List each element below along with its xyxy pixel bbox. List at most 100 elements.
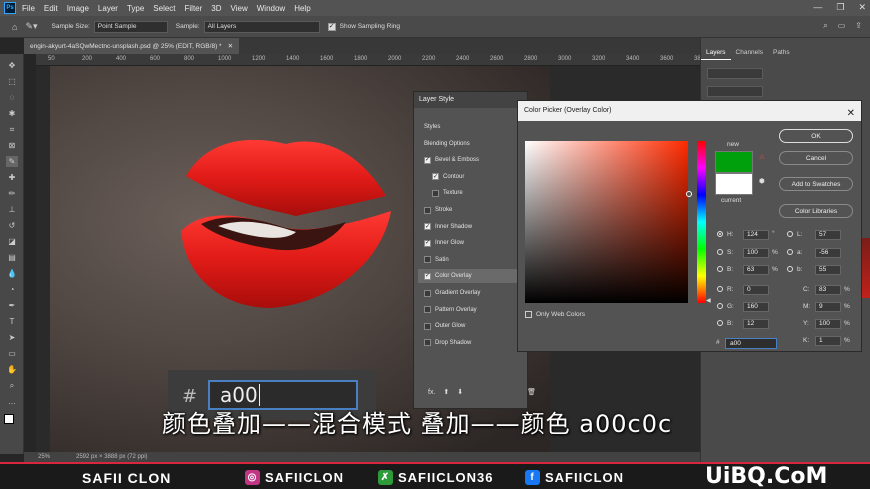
fx-button[interactable]: fx.	[428, 389, 435, 396]
web-safe-cube-icon[interactable]: ⬢	[759, 177, 765, 185]
radio-a[interactable]	[787, 249, 793, 255]
path-select-icon[interactable]: ➤	[6, 332, 18, 343]
color-marker[interactable]	[686, 191, 692, 197]
blur-tool-icon[interactable]: 💧	[6, 268, 18, 279]
layer-style-checkbox[interactable]: ✓	[424, 239, 431, 247]
k-field[interactable]: 1	[815, 336, 841, 346]
eyedropper-tool-icon[interactable]: ✎▾	[25, 21, 37, 32]
out-of-gamut-warning-icon[interactable]: ⚠	[759, 153, 765, 161]
layer-style-item[interactable]: Stroke	[418, 203, 523, 217]
zoom-tool-icon[interactable]: ⌕	[6, 380, 18, 391]
layer-style-item[interactable]: Styles	[418, 120, 523, 134]
workspace-icon[interactable]: ▭	[838, 21, 846, 31]
quick-select-tool-icon[interactable]: ✱	[6, 108, 18, 119]
layer-style-item[interactable]: ✓ Inner Glow	[418, 236, 523, 250]
hue-slider-arrow-icon[interactable]: ◀	[706, 297, 711, 304]
layer-style-checkbox[interactable]: ✓	[432, 173, 439, 181]
home-icon[interactable]: ⌂	[12, 22, 17, 32]
close-icon[interactable]: ✕	[847, 104, 855, 124]
radio-b[interactable]	[717, 266, 723, 272]
close-icon[interactable]: ✕	[858, 2, 866, 13]
layer-style-checkbox[interactable]	[424, 339, 431, 347]
layer-style-checkbox[interactable]	[424, 256, 431, 264]
only-web-colors-checkbox[interactable]	[525, 311, 532, 318]
eraser-tool-icon[interactable]: ◪	[6, 236, 18, 247]
layer-style-item[interactable]: ✓ Bevel & Emboss	[418, 153, 523, 167]
tab-channels[interactable]: Channels	[731, 46, 768, 60]
menu-layer[interactable]: Layer	[98, 4, 118, 13]
l-field[interactable]: 57	[815, 230, 841, 240]
layer-style-item[interactable]: Outer Glow	[418, 319, 523, 333]
layer-style-checkbox[interactable]	[424, 322, 431, 330]
radio-s[interactable]	[717, 249, 723, 255]
rectangle-tool-icon[interactable]: ▭	[6, 348, 18, 359]
close-tab-icon[interactable]: ✕	[228, 42, 233, 50]
status-zoom[interactable]: 25%	[38, 454, 50, 460]
h-field[interactable]: 124	[743, 230, 769, 240]
document-tab[interactable]: engin-akyurt-4aSQwMectnc-unsplash.psd @ …	[24, 38, 240, 54]
frame-tool-icon[interactable]: ⊠	[6, 140, 18, 151]
clone-stamp-icon[interactable]: ⊥	[6, 204, 18, 215]
menu-view[interactable]: View	[231, 4, 248, 13]
move-tool-icon[interactable]: ✥	[6, 60, 18, 71]
a-field[interactable]: -56	[815, 248, 841, 258]
b-field[interactable]: 63	[743, 265, 769, 275]
y-field[interactable]: 100	[815, 319, 841, 329]
s-field[interactable]: 100	[743, 248, 769, 258]
menu-image[interactable]: Image	[67, 4, 89, 13]
layer-style-checkbox[interactable]	[432, 189, 439, 197]
blend-mode-select[interactable]	[707, 86, 763, 97]
menu-type[interactable]: Type	[127, 4, 144, 13]
crop-tool-icon[interactable]: ⌗	[6, 124, 18, 135]
menu-3d[interactable]: 3D	[211, 4, 221, 13]
sample-select[interactable]: All Layers	[203, 20, 320, 33]
tab-layers[interactable]: Layers	[701, 46, 731, 60]
menu-window[interactable]: Window	[257, 4, 285, 13]
layer-style-item[interactable]: Pattern Overlay	[418, 303, 523, 317]
trash-icon[interactable]: 🗑	[527, 388, 536, 396]
share-icon[interactable]: ⇪	[855, 21, 862, 31]
radio-blue[interactable]	[717, 320, 723, 326]
hex-input[interactable]: a00	[725, 338, 777, 349]
show-sampling-ring-checkbox[interactable]: ✓	[327, 22, 336, 31]
dodge-tool-icon[interactable]: ◔	[6, 284, 18, 295]
add-to-swatches-button[interactable]: Add to Swatches	[779, 177, 853, 191]
brush-tool-icon[interactable]: ✏	[6, 188, 18, 199]
eyedropper-icon[interactable]: ✎	[6, 156, 18, 167]
lab-b-field[interactable]: 55	[815, 265, 841, 275]
layer-filter-select[interactable]	[707, 68, 763, 79]
menu-help[interactable]: Help	[294, 4, 310, 13]
layer-style-checkbox[interactable]: ✓	[424, 223, 431, 231]
move-up-icon[interactable]: ⬆	[443, 388, 449, 396]
layer-style-checkbox[interactable]	[424, 306, 431, 314]
g-field[interactable]: 160	[743, 302, 769, 312]
menu-edit[interactable]: Edit	[44, 4, 58, 13]
gradient-tool-icon[interactable]: ▤	[6, 252, 18, 263]
color-libraries-button[interactable]: Color Libraries	[779, 204, 853, 218]
radio-l[interactable]	[787, 231, 793, 237]
layer-style-checkbox[interactable]	[424, 206, 431, 214]
layer-style-checkbox[interactable]: ✓	[424, 156, 431, 164]
hue-slider[interactable]	[697, 141, 706, 303]
layer-style-checkbox[interactable]	[424, 289, 431, 297]
radio-r[interactable]	[717, 286, 723, 292]
lasso-tool-icon[interactable]: ◌	[6, 92, 18, 103]
saturation-brightness-field[interactable]	[525, 141, 692, 303]
radio-g[interactable]	[717, 303, 723, 309]
tab-paths[interactable]: Paths	[768, 46, 795, 60]
current-color-swatch[interactable]	[715, 173, 753, 195]
marquee-tool-icon[interactable]: ⬚	[6, 76, 18, 87]
pen-tool-icon[interactable]: ✒	[6, 300, 18, 311]
sample-size-select[interactable]: Point Sample	[93, 20, 168, 33]
history-brush-icon[interactable]: ↺	[6, 220, 18, 231]
layer-style-item[interactable]: ✓ Color Overlay	[418, 269, 523, 284]
type-tool-icon[interactable]: T	[6, 316, 18, 327]
layer-style-item[interactable]: ✓ Contour	[418, 170, 523, 184]
ok-button[interactable]: OK	[779, 129, 853, 143]
only-web-colors-option[interactable]: Only Web Colors	[525, 311, 585, 318]
foreground-color-swatch[interactable]	[4, 414, 14, 424]
radio-lab-b[interactable]	[787, 266, 793, 272]
blue-field[interactable]: 12	[743, 319, 769, 329]
hand-tool-icon[interactable]: ✋	[6, 364, 18, 375]
restore-icon[interactable]: ❐	[836, 2, 844, 13]
